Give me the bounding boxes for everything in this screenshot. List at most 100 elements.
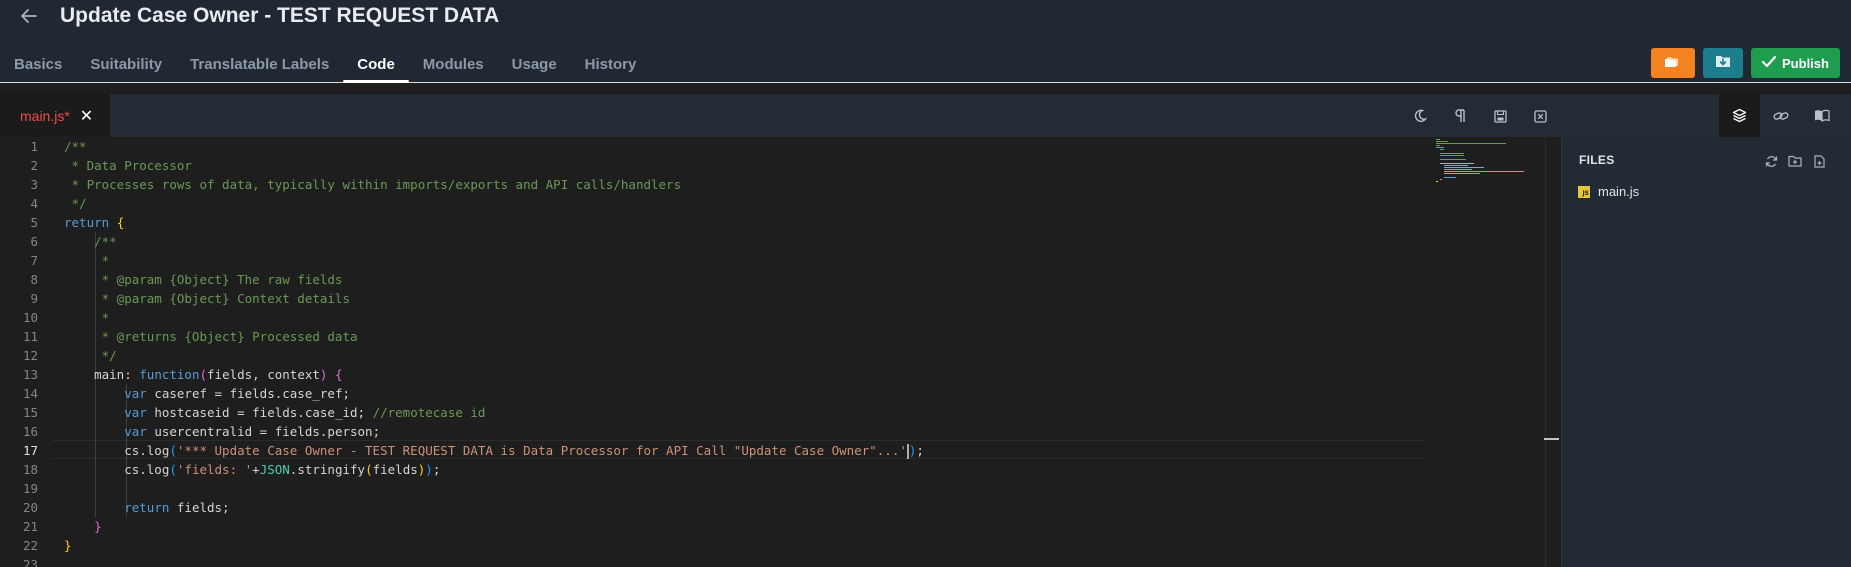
minimap-line bbox=[1444, 177, 1456, 178]
back-arrow-icon[interactable] bbox=[18, 5, 40, 27]
files-panel: FILES JS main.js bbox=[1562, 137, 1851, 567]
code-line: var usercentralid = fields.person; bbox=[124, 424, 381, 439]
tab-code[interactable]: Code bbox=[343, 50, 409, 83]
close-icon[interactable]: ✕ bbox=[80, 106, 93, 126]
minimap-line bbox=[1444, 171, 1524, 172]
folder-download-icon bbox=[1715, 54, 1731, 73]
code-line: cs.log('*** Update Case Owner - TEST REQ… bbox=[64, 443, 924, 459]
line-number: 11 bbox=[22, 329, 38, 344]
minimap-line bbox=[1440, 155, 1464, 156]
code-line: * Processes rows of data, typically with… bbox=[64, 177, 682, 192]
code-line: */ bbox=[64, 348, 117, 363]
vertical-scrollbar[interactable] bbox=[1545, 137, 1561, 567]
line-number: 15 bbox=[22, 405, 38, 420]
folder-stack-icon bbox=[1664, 54, 1682, 73]
minimap-line bbox=[1444, 167, 1484, 168]
file-tree-item[interactable]: JS main.js bbox=[1578, 184, 1639, 199]
file-tree-item-label: main.js bbox=[1598, 184, 1640, 199]
page-title: Update Case Owner - TEST REQUEST DATA bbox=[60, 4, 500, 27]
code-line: return fields; bbox=[124, 500, 230, 515]
code-line: * @param {Object} The raw fields bbox=[64, 272, 343, 287]
link-icon[interactable] bbox=[1760, 94, 1801, 137]
tab-suitability[interactable]: Suitability bbox=[76, 50, 176, 83]
new-file-icon[interactable] bbox=[1810, 152, 1828, 170]
minimap-line bbox=[1440, 179, 1442, 180]
minimap-line bbox=[1444, 169, 1472, 170]
minimap-line bbox=[1440, 149, 1444, 150]
line-number: 8 bbox=[30, 272, 38, 287]
publish-button[interactable]: Publish bbox=[1751, 48, 1840, 78]
line-number-active: 17 bbox=[22, 443, 38, 458]
close-square-icon[interactable] bbox=[1527, 103, 1553, 129]
code-line: * @returns {Object} Processed data bbox=[64, 329, 358, 344]
line-number: 19 bbox=[22, 481, 38, 496]
javascript-file-icon: JS bbox=[1578, 185, 1590, 198]
tab-basics[interactable]: Basics bbox=[0, 50, 76, 83]
open-folder-button[interactable] bbox=[1651, 48, 1695, 78]
side-panel-tools bbox=[1719, 94, 1851, 137]
editor-tab-bar: main.js* ✕ bbox=[0, 94, 1851, 137]
line-number: 13 bbox=[22, 367, 38, 382]
tab-usage[interactable]: Usage bbox=[498, 50, 571, 83]
code-line: * bbox=[64, 310, 110, 325]
line-number-gutter: 1 2 3 4 5 6 7 8 9 10 11 12 13 14 15 16 1… bbox=[0, 137, 52, 567]
line-number: 12 bbox=[22, 348, 38, 363]
book-icon[interactable] bbox=[1801, 94, 1842, 137]
publish-label: Publish bbox=[1782, 55, 1829, 71]
minimap-line bbox=[1440, 159, 1466, 160]
tab-modules[interactable]: Modules bbox=[409, 50, 498, 83]
code-line: */ bbox=[64, 196, 87, 211]
code-line: var caseref = fields.case_ref; bbox=[124, 386, 350, 401]
theme-moon-icon[interactable] bbox=[1407, 103, 1433, 129]
line-number: 10 bbox=[22, 310, 38, 325]
line-number: 20 bbox=[22, 500, 38, 515]
tab-bar: Basics Suitability Translatable Labels C… bbox=[0, 50, 650, 83]
minimap-line bbox=[1440, 163, 1474, 164]
line-number: 5 bbox=[30, 215, 38, 230]
save-icon[interactable] bbox=[1487, 103, 1513, 129]
tab-translatable-labels[interactable]: Translatable Labels bbox=[176, 50, 343, 83]
minimap-line bbox=[1444, 173, 1480, 174]
minimap-line bbox=[1440, 153, 1464, 154]
layers-icon[interactable] bbox=[1719, 94, 1760, 137]
code-line: * @param {Object} Context details bbox=[64, 291, 350, 306]
code-line: var hostcaseid = fields.case_id; //remot… bbox=[124, 405, 486, 420]
editor-file-tab[interactable]: main.js* ✕ bbox=[0, 94, 110, 137]
save-download-button[interactable] bbox=[1703, 48, 1743, 78]
line-number: 16 bbox=[22, 424, 38, 439]
code-editor[interactable]: /** * Data Processor * Processes rows of… bbox=[52, 137, 1426, 567]
line-number: 23 bbox=[22, 557, 38, 567]
code-line: } bbox=[64, 538, 72, 553]
minimap[interactable] bbox=[1430, 137, 1545, 187]
minimap-line bbox=[1444, 165, 1468, 166]
minimap-line bbox=[1436, 141, 1448, 142]
minimap-line bbox=[1436, 181, 1438, 182]
files-panel-title: FILES bbox=[1579, 153, 1615, 167]
line-number: 9 bbox=[30, 291, 38, 306]
new-folder-icon[interactable] bbox=[1786, 152, 1804, 170]
pilcrow-icon[interactable] bbox=[1447, 103, 1473, 129]
line-number: 18 bbox=[22, 462, 38, 477]
code-line: } bbox=[94, 519, 102, 534]
line-number: 22 bbox=[22, 538, 38, 553]
minimap-line bbox=[1436, 147, 1444, 148]
line-number: 7 bbox=[30, 253, 38, 268]
line-number: 4 bbox=[30, 196, 38, 211]
code-line: return { bbox=[64, 215, 125, 230]
line-number: 21 bbox=[22, 519, 38, 534]
checkmark-icon bbox=[1761, 55, 1777, 71]
code-line: * Data Processor bbox=[64, 158, 192, 173]
code-line: /** bbox=[94, 234, 117, 249]
line-number: 14 bbox=[22, 386, 38, 401]
tab-history[interactable]: History bbox=[571, 50, 651, 83]
editor-file-tab-label: main.js* bbox=[20, 107, 70, 124]
minimap-line bbox=[1436, 143, 1506, 144]
header: Update Case Owner - TEST REQUEST DATA Ba… bbox=[0, 0, 1851, 83]
refresh-icon[interactable] bbox=[1762, 152, 1780, 170]
minimap-line bbox=[1436, 145, 1440, 146]
code-line: /** bbox=[64, 139, 87, 154]
code-line: main: function(fields, context) { bbox=[64, 367, 343, 382]
line-number: 2 bbox=[30, 158, 38, 173]
